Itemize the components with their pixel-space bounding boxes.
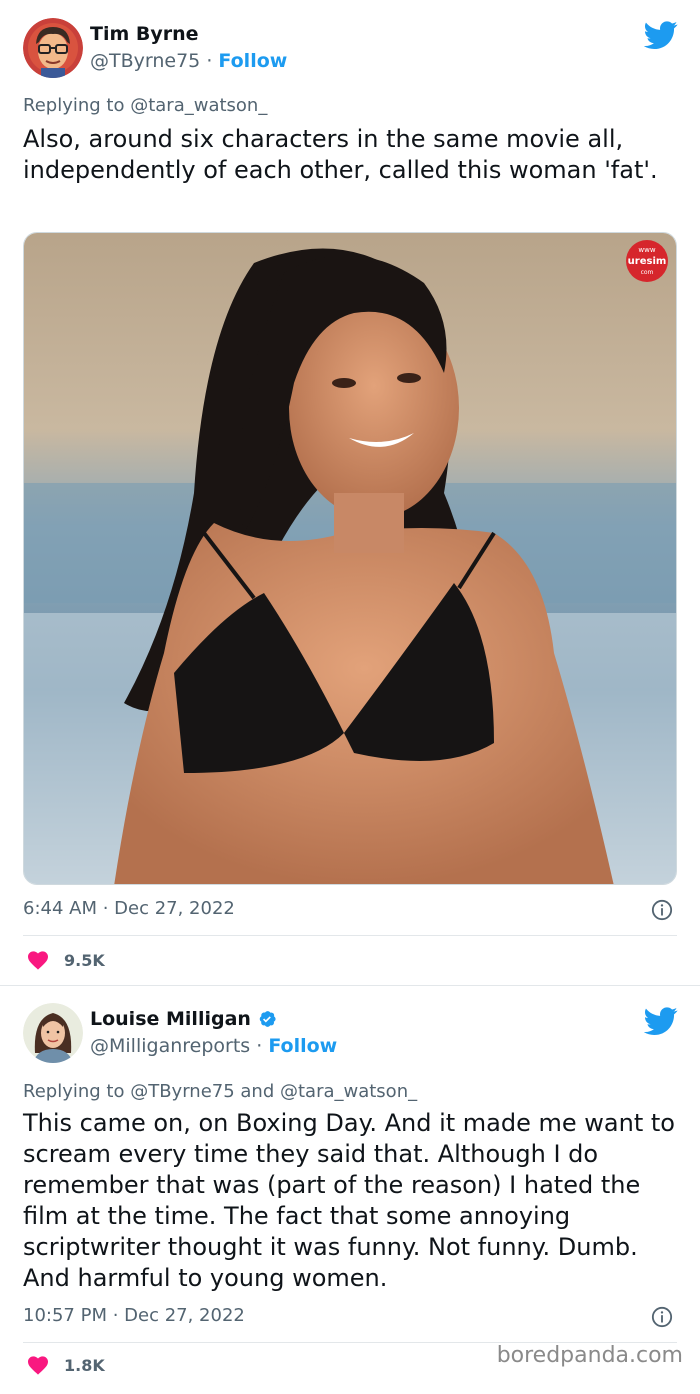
separator: · xyxy=(206,50,213,72)
reply-prefix: Replying to xyxy=(23,1081,131,1102)
user-handle[interactable]: @Milliganreports xyxy=(90,1035,250,1057)
twitter-bird-icon[interactable] xyxy=(644,1004,678,1038)
tweet-card: Tim Byrne @TByrne75 · Follow Replying to… xyxy=(0,0,700,985)
reply-context: Replying to @tara_watson_ xyxy=(23,95,267,116)
twitter-bird-icon[interactable] xyxy=(644,18,678,52)
separator: · xyxy=(256,1035,263,1057)
info-icon[interactable] xyxy=(651,1306,673,1328)
tweet-timestamp[interactable]: 10:57 PM · Dec 27, 2022 xyxy=(23,1305,245,1326)
verified-badge-icon xyxy=(259,1011,276,1027)
tweet-card: Louise Milligan @Milliganreports · Follo… xyxy=(0,985,700,1394)
info-icon[interactable] xyxy=(651,899,673,921)
user-handle[interactable]: @TByrne75 xyxy=(90,50,200,72)
tweet-photo[interactable]: www uresim com xyxy=(23,232,677,885)
photo-watermark-com: com xyxy=(641,269,654,276)
follow-button[interactable]: Follow xyxy=(218,50,287,72)
site-watermark: boredpanda.com xyxy=(496,1343,683,1368)
tweet-text: Also, around six characters in the same … xyxy=(23,125,658,184)
follow-button[interactable]: Follow xyxy=(268,1035,337,1057)
photo-watermark-www: www xyxy=(638,246,655,254)
author-name-row: Tim Byrne xyxy=(90,23,199,45)
like-action[interactable]: 1.8K xyxy=(26,1353,105,1377)
photo-watermark-name: uresim xyxy=(628,256,667,267)
divider xyxy=(23,935,677,936)
like-action[interactable]: 9.5K xyxy=(26,948,105,972)
heart-icon[interactable] xyxy=(26,948,50,972)
like-count: 1.8K xyxy=(64,1355,105,1375)
handle-row: @Milliganreports · Follow xyxy=(90,1035,337,1057)
display-name[interactable]: Tim Byrne xyxy=(90,23,199,45)
handle-row: @TByrne75 · Follow xyxy=(90,50,287,72)
avatar[interactable] xyxy=(23,18,83,78)
reply-prefix: Replying to xyxy=(23,95,131,116)
heart-icon[interactable] xyxy=(26,1353,50,1377)
tweet-text: This came on, on Boxing Day. And it made… xyxy=(23,1109,675,1292)
reply-mention-link[interactable]: @TByrne75 and @tara_watson_ xyxy=(130,1081,417,1102)
avatar[interactable] xyxy=(23,1003,83,1063)
display-name[interactable]: Louise Milligan xyxy=(90,1008,251,1030)
tweet-timestamp[interactable]: 6:44 AM · Dec 27, 2022 xyxy=(23,898,235,919)
author-name-row: Louise Milligan xyxy=(90,1008,277,1030)
reply-context: Replying to @TByrne75 and @tara_watson_ xyxy=(23,1081,417,1102)
like-count: 9.5K xyxy=(64,950,105,970)
photo-content: www uresim com xyxy=(24,233,676,884)
reply-mention-link[interactable]: @tara_watson_ xyxy=(130,95,267,116)
